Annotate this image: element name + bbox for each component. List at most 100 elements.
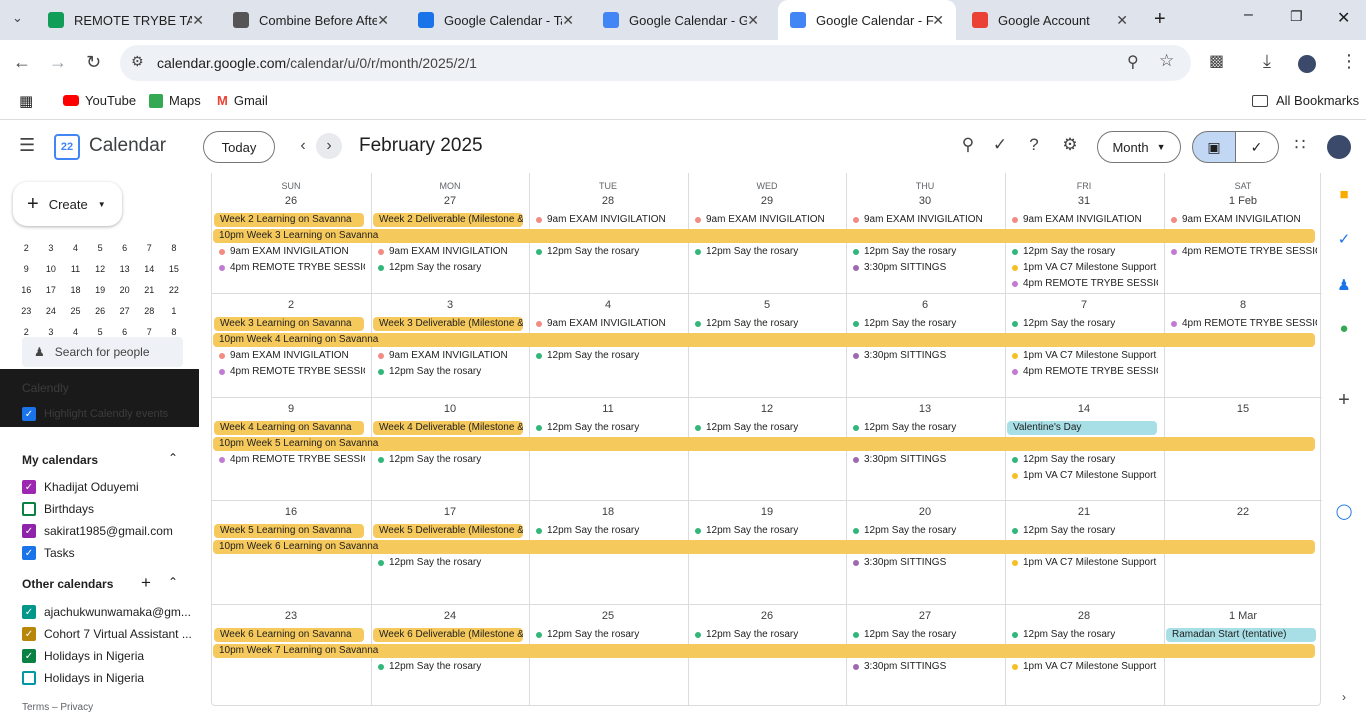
checkbox-checked-icon[interactable]: ✓: [22, 407, 36, 421]
timed-event[interactable]: 1pm VA C7 Milestone Support: [1012, 349, 1158, 363]
apps-grid-icon[interactable]: ▦: [19, 92, 33, 110]
all-day-event[interactable]: Week 4 Deliverable (Milestone &: [373, 421, 523, 435]
day-number[interactable]: 28: [1005, 610, 1163, 622]
timed-event[interactable]: 1pm VA C7 Milestone Support: [1012, 556, 1158, 570]
calendar-list-item[interactable]: ✓ Tasks: [22, 546, 75, 560]
day-number[interactable]: 27: [371, 195, 529, 207]
timed-event[interactable]: 12pm Say the rosary: [853, 524, 999, 538]
mini-calendar-day[interactable]: 8: [162, 327, 187, 337]
maps-pin-icon[interactable]: ●: [1335, 320, 1353, 337]
close-tab-icon[interactable]: ✕: [747, 12, 759, 29]
day-number[interactable]: 5: [688, 299, 846, 311]
checkbox-checked-icon[interactable]: ✓: [22, 524, 36, 538]
omnibox[interactable]: ⚙ calendar.google.com/calendar/u/0/r/mon…: [120, 45, 1191, 81]
main-menu-icon[interactable]: ☰: [19, 135, 35, 156]
my-calendars-title[interactable]: My calendars: [22, 453, 98, 467]
extensions-icon[interactable]: ▩: [1209, 51, 1224, 71]
mini-calendar-day[interactable]: 3: [39, 243, 64, 253]
mini-calendar-day[interactable]: 12: [88, 264, 113, 274]
maximize-icon[interactable]: ❐: [1290, 8, 1303, 25]
mini-calendar-day[interactable]: 9: [14, 264, 39, 274]
timed-event[interactable]: 12pm Say the rosary: [1012, 245, 1158, 259]
day-number[interactable]: 4: [529, 299, 687, 311]
timed-event[interactable]: 3:30pm SITTINGS: [853, 261, 999, 275]
timed-event[interactable]: 12pm Say the rosary: [378, 660, 524, 674]
timed-event[interactable]: 12pm Say the rosary: [536, 421, 682, 435]
mini-calendar-day[interactable]: 26: [88, 306, 113, 316]
mini-calendar-day[interactable]: 24: [39, 306, 64, 316]
holiday-event[interactable]: Valentine's Day: [1007, 421, 1157, 435]
calendar-list-item[interactable]: ✓ sakirat1985@gmail.com: [22, 524, 173, 538]
browser-tab[interactable]: Google Calendar - Fe ✕: [778, 0, 956, 40]
timed-event[interactable]: 3:30pm SITTINGS: [853, 660, 999, 674]
browser-menu-icon[interactable]: ⋮: [1340, 51, 1358, 72]
day-number[interactable]: 6: [846, 299, 1004, 311]
timed-event[interactable]: 4pm REMOTE TRYBE SESSIO: [1012, 277, 1158, 291]
holiday-event[interactable]: Ramadan Start (tentative): [1166, 628, 1316, 642]
mini-calendar-day[interactable]: 5: [88, 327, 113, 337]
checkbox-checked-icon[interactable]: ✓: [22, 627, 36, 641]
calendly-addon-icon[interactable]: ◯: [1335, 502, 1353, 520]
mini-calendar-day[interactable]: 5: [88, 243, 113, 253]
browser-tab[interactable]: REMOTE TRYBE TASK✕: [36, 0, 216, 40]
settings-gear-icon[interactable]: ⚙: [1059, 135, 1081, 155]
timed-event[interactable]: 12pm Say the rosary: [853, 421, 999, 435]
day-number[interactable]: 19: [688, 506, 846, 518]
timed-event[interactable]: 12pm Say the rosary: [1012, 317, 1158, 331]
tasks-view-toggle[interactable]: ✓: [1235, 131, 1279, 163]
timed-event[interactable]: 4pm REMOTE TRYBE SESSIO: [219, 365, 365, 379]
account-avatar[interactable]: [1327, 135, 1351, 159]
all-day-event[interactable]: Week 2 Learning on Savanna: [214, 213, 364, 227]
timed-event[interactable]: 9am EXAM INVIGILATION: [853, 213, 999, 227]
search-people-input[interactable]: ♟ Search for people: [22, 337, 183, 367]
mini-calendar-day[interactable]: 18: [63, 285, 88, 295]
day-number[interactable]: 16: [212, 506, 370, 518]
mini-calendar-day[interactable]: 10: [39, 264, 64, 274]
timed-event[interactable]: 9am EXAM INVIGILATION: [378, 245, 524, 259]
close-window-icon[interactable]: ✕: [1337, 8, 1350, 28]
mini-calendar-day[interactable]: 1: [162, 306, 187, 316]
calendar-list-item[interactable]: Holidays in Nigeria: [22, 671, 144, 685]
mini-calendar-day[interactable]: 13: [112, 264, 137, 274]
timed-event[interactable]: 9am EXAM INVIGILATION: [219, 349, 365, 363]
timed-event[interactable]: 12pm Say the rosary: [1012, 628, 1158, 642]
mini-calendar-day[interactable]: 15: [162, 264, 187, 274]
multi-day-event[interactable]: 10pm Week 4 Learning on Savanna: [213, 333, 1315, 347]
day-number[interactable]: 1 Mar: [1164, 610, 1322, 622]
tasks-check-icon[interactable]: ✓: [989, 135, 1011, 155]
view-switcher[interactable]: Month ▼: [1097, 131, 1181, 163]
timed-event[interactable]: 12pm Say the rosary: [536, 245, 682, 259]
day-number[interactable]: 31: [1005, 195, 1163, 207]
timed-event[interactable]: 9am EXAM INVIGILATION: [1171, 213, 1317, 227]
day-number[interactable]: 14: [1005, 403, 1163, 415]
multi-day-event[interactable]: 10pm Week 6 Learning on Savanna: [213, 540, 1315, 554]
new-tab-icon[interactable]: +: [1154, 8, 1166, 31]
mini-calendar-day[interactable]: 2: [14, 243, 39, 253]
bookmark-star-icon[interactable]: ☆: [1159, 51, 1174, 71]
day-number[interactable]: 13: [846, 403, 1004, 415]
timed-event[interactable]: 9am EXAM INVIGILATION: [1012, 213, 1158, 227]
day-number[interactable]: 24: [371, 610, 529, 622]
mini-calendar-day[interactable]: 4: [63, 327, 88, 337]
mini-calendar-day[interactable]: 6: [112, 327, 137, 337]
mini-calendar-day[interactable]: 20: [112, 285, 137, 295]
timed-event[interactable]: 4pm REMOTE TRYBE SESSIO: [1171, 317, 1317, 331]
mini-calendar-day[interactable]: 21: [137, 285, 162, 295]
timed-event[interactable]: 12pm Say the rosary: [536, 524, 682, 538]
mini-calendar-day[interactable]: 17: [39, 285, 64, 295]
calendar-list-item[interactable]: ✓ Holidays in Nigeria: [22, 649, 144, 663]
checkbox-checked-icon[interactable]: ✓: [22, 480, 36, 494]
contacts-icon[interactable]: ♟: [1335, 276, 1353, 294]
today-button[interactable]: Today: [203, 131, 275, 163]
timed-event[interactable]: 12pm Say the rosary: [536, 349, 682, 363]
timed-event[interactable]: 12pm Say the rosary: [536, 628, 682, 642]
mini-calendar-day[interactable]: 2: [14, 327, 39, 337]
timed-event[interactable]: 1pm VA C7 Milestone Support: [1012, 469, 1158, 483]
timed-event[interactable]: 9am EXAM INVIGILATION: [536, 317, 682, 331]
timed-event[interactable]: 12pm Say the rosary: [695, 524, 841, 538]
timed-event[interactable]: 4pm REMOTE TRYBE SESSIO: [219, 453, 365, 467]
timed-event[interactable]: 12pm Say the rosary: [853, 317, 999, 331]
all-day-event[interactable]: Week 3 Learning on Savanna: [214, 317, 364, 331]
checkbox-checked-icon[interactable]: ✓: [22, 546, 36, 560]
bookmark-gmail[interactable]: M Gmail: [217, 93, 268, 108]
